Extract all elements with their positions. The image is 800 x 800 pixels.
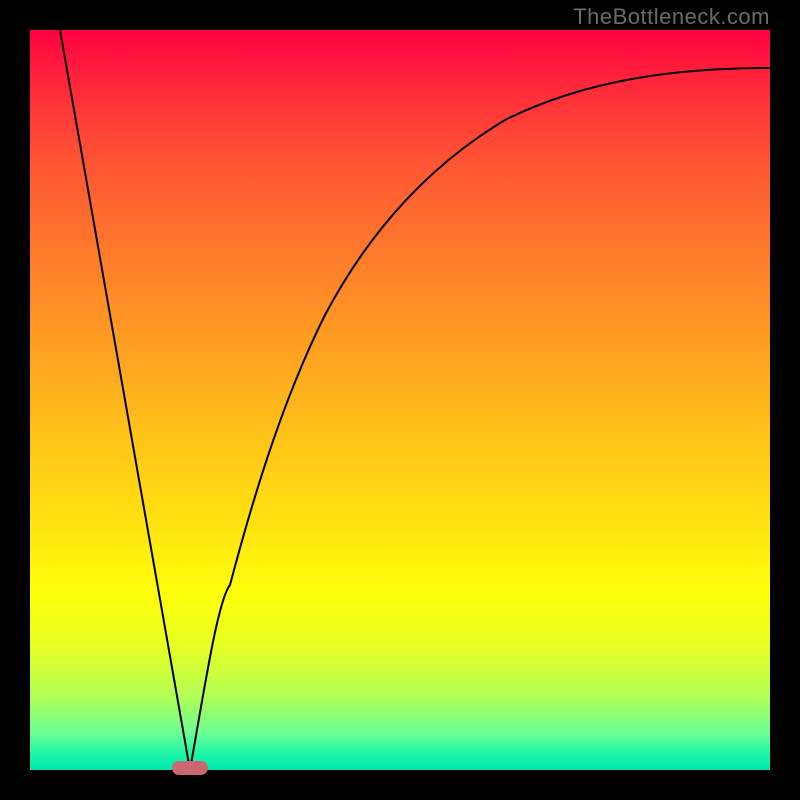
plot-area: [30, 30, 770, 770]
chart-curve: [30, 30, 770, 770]
watermark-text: TheBottleneck.com: [573, 4, 770, 30]
optimal-point-marker: [172, 761, 208, 775]
curve-left-segment: [60, 30, 190, 770]
chart-frame: TheBottleneck.com: [0, 0, 800, 800]
curve-right-segment: [190, 68, 770, 770]
